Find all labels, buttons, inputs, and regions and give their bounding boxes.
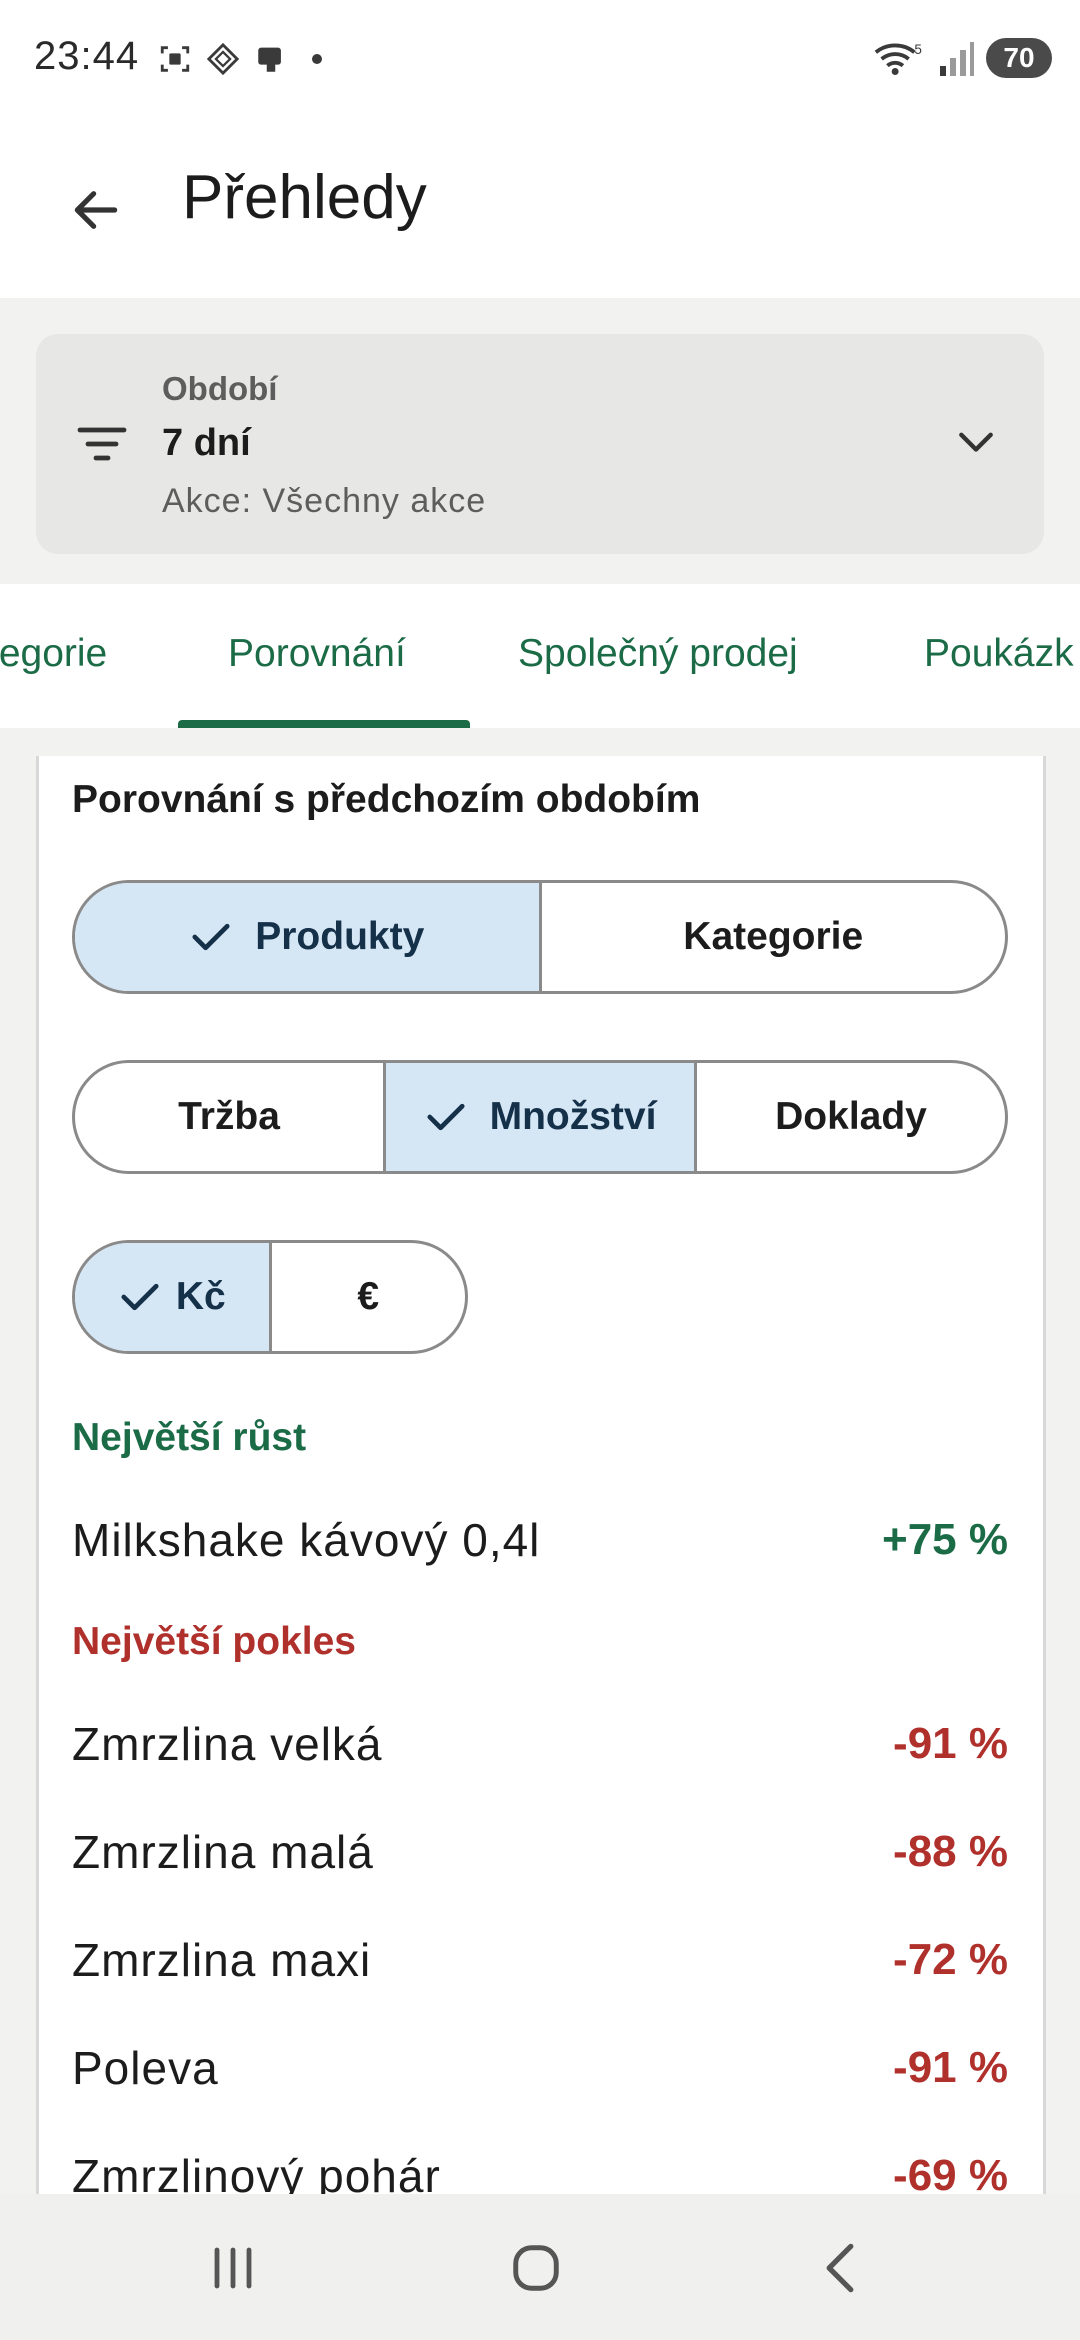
status-time: 23:44: [34, 34, 140, 78]
check-icon: [121, 1283, 159, 1311]
arrow-back-icon: [74, 191, 118, 229]
group-toggle: Produkty Kategorie: [72, 880, 1008, 994]
item-change: -91 %: [893, 1719, 1008, 1768]
toggle-eur[interactable]: €: [268, 1243, 466, 1351]
check-icon: [427, 1103, 465, 1131]
toggle-quantity[interactable]: Množství: [383, 1063, 694, 1171]
item-name: Milkshake kávový 0,4l: [72, 1514, 541, 1566]
tab-categories[interactable]: tegorie: [0, 632, 107, 676]
wifi-icon: 5: [874, 42, 922, 75]
period-value: 7 dní: [162, 422, 251, 464]
status-icons-left: [158, 42, 322, 76]
toggle-categories-label: Kategorie: [683, 915, 864, 958]
comparison-title: Porovnání s předchozím obdobím: [72, 778, 701, 821]
toggle-czk[interactable]: Kč: [75, 1243, 269, 1351]
toggle-receipts[interactable]: Doklady: [694, 1063, 1005, 1171]
decline-heading: Největší pokles: [72, 1620, 356, 1663]
recents-button[interactable]: [194, 2238, 274, 2298]
home-button[interactable]: [496, 2238, 576, 2298]
item-name: Zmrzlina malá: [72, 1826, 374, 1878]
back-nav-button[interactable]: [800, 2238, 880, 2298]
vpn-icon: [206, 42, 240, 76]
signal-icon: [940, 42, 974, 76]
tab-cross-sell[interactable]: Společný prodej: [518, 632, 798, 676]
app-bar: Přehledy: [0, 120, 1080, 298]
period-filter[interactable]: Období 7 dní Akce: Všechny akce: [36, 334, 1044, 554]
action-filter-text: Akce: Všechny akce: [162, 482, 487, 520]
item-name: Zmrzlina maxi: [72, 1934, 372, 1986]
toggle-products-label: Produkty: [255, 915, 425, 958]
toggle-quantity-label: Množství: [489, 1095, 657, 1138]
metric-toggle: Tržba Množství Doklady: [72, 1060, 1008, 1174]
screenshot-icon: [160, 46, 190, 72]
toggle-products[interactable]: Produkty: [75, 883, 539, 991]
item-change: -72 %: [893, 1935, 1008, 1984]
system-nav-bar: [0, 2194, 1080, 2340]
item-change: -88 %: [893, 1827, 1008, 1876]
recents-icon: [214, 2247, 252, 2289]
currency-toggle: Kč €: [72, 1240, 468, 1354]
battery-indicator: 70: [986, 38, 1052, 78]
nfc-icon: [258, 47, 281, 72]
toggle-receipts-label: Doklady: [775, 1095, 927, 1138]
list-item: Zmrzlina velká -91 %: [72, 1714, 1008, 1774]
active-tab-indicator: [178, 720, 470, 728]
svg-text:5: 5: [914, 42, 922, 57]
period-label: Období: [162, 370, 278, 407]
item-name: Zmrzlina velká: [72, 1718, 383, 1770]
growth-heading: Největší růst: [72, 1416, 307, 1459]
page-title: Přehledy: [182, 163, 427, 232]
toggle-revenue[interactable]: Tržba: [75, 1063, 383, 1171]
filter-icon: [77, 427, 127, 461]
tab-comparison[interactable]: Porovnání: [228, 632, 406, 676]
item-name: Poleva: [72, 2042, 219, 2094]
list-item: Milkshake kávový 0,4l +75 %: [72, 1510, 1008, 1570]
list-item: Zmrzlina maxi -72 %: [72, 1930, 1008, 1990]
status-icons-right: 5 70: [872, 38, 1052, 78]
check-icon: [192, 923, 230, 951]
tab-vouchers[interactable]: Poukázk: [924, 632, 1074, 676]
item-change: +75 %: [882, 1515, 1008, 1564]
toggle-categories[interactable]: Kategorie: [538, 883, 1006, 991]
status-bar: 23:44 5 70: [0, 0, 1080, 120]
tab-bar: tegorie Porovnání Společný prodej Poukáz…: [0, 584, 1080, 728]
back-nav-icon: [826, 2243, 854, 2293]
toggle-czk-label: Kč: [175, 1275, 226, 1318]
list-item: Poleva -91 %: [72, 2038, 1008, 2098]
chevron-down-icon: [959, 432, 993, 452]
toggle-revenue-label: Tržba: [178, 1095, 280, 1138]
notification-dot-icon: [312, 54, 322, 64]
list-item: Zmrzlina malá -88 %: [72, 1822, 1008, 1882]
toggle-eur-label: €: [357, 1275, 380, 1318]
home-icon: [513, 2245, 559, 2291]
item-change: -91 %: [893, 2043, 1008, 2092]
back-button[interactable]: [56, 170, 136, 250]
